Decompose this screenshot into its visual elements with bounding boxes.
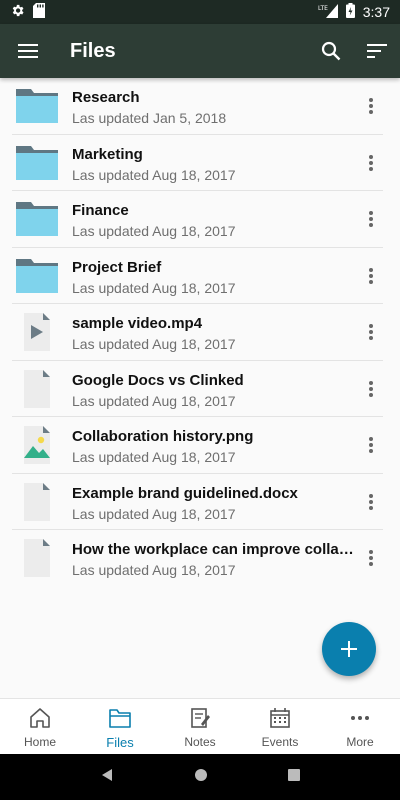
nav-label: Home	[23, 735, 56, 749]
list-item[interactable]: How the workplace can improve collab… La…	[12, 530, 383, 587]
file-list: Research Las updated Jan 5, 2018 Marketi…	[0, 78, 400, 587]
folder-icon	[16, 89, 58, 123]
file-updated: Las updated Aug 18, 2017	[72, 392, 236, 409]
settings-icon	[10, 3, 25, 21]
more-vertical-icon	[369, 493, 373, 510]
item-options-button[interactable]	[359, 433, 383, 457]
add-file-button[interactable]	[322, 622, 376, 676]
more-vertical-icon	[369, 154, 373, 171]
file-updated: Las updated Aug 18, 2017	[72, 279, 236, 296]
file-name: Research	[72, 89, 140, 106]
folder-icon	[16, 258, 58, 293]
signal-icon: LTE	[318, 3, 338, 21]
image-file-icon	[24, 426, 50, 464]
nav-label: Notes	[184, 735, 216, 749]
file-name: How the workplace can improve collab…	[72, 541, 354, 558]
sort-button[interactable]	[354, 24, 400, 78]
more-vertical-icon	[369, 550, 373, 566]
battery-icon	[345, 3, 355, 21]
nav-notes[interactable]: Notes	[160, 699, 240, 755]
calendar-icon	[270, 708, 290, 728]
sd-card-icon	[33, 3, 45, 21]
folder-icon	[109, 708, 131, 728]
file-name: Collaboration history.png	[72, 428, 254, 445]
document-file-icon	[24, 539, 50, 577]
list-item[interactable]: Collaboration history.png Las updated Au…	[12, 417, 383, 474]
list-item[interactable]: sample video.mp4 Las updated Aug 18, 201…	[12, 304, 383, 361]
file-name: Finance	[72, 202, 129, 219]
file-name: Google Docs vs Clinked	[72, 371, 244, 389]
file-updated: Las updated Aug 18, 2017	[72, 336, 236, 352]
nav-home[interactable]: Home	[0, 699, 80, 755]
sort-icon	[367, 44, 387, 58]
folder-icon	[16, 202, 58, 236]
more-vertical-icon	[369, 267, 373, 284]
file-updated: Las updated Aug 18, 2017	[72, 449, 236, 465]
status-bar: LTE 3:37	[0, 0, 400, 24]
folder-icon	[16, 145, 58, 180]
list-item[interactable]: Finance Las updated Aug 18, 2017	[12, 191, 383, 248]
file-updated: Las updated Aug 18, 2017	[72, 166, 236, 183]
video-file-icon	[24, 313, 50, 351]
nav-label: Events	[261, 735, 299, 749]
item-options-button[interactable]	[359, 207, 383, 231]
more-vertical-icon	[369, 437, 373, 453]
list-item[interactable]: Project Brief Las updated Aug 18, 2017	[12, 248, 383, 304]
search-icon	[321, 41, 341, 61]
plus-icon	[341, 641, 357, 657]
more-vertical-icon	[369, 211, 373, 227]
nav-label: Files	[106, 734, 134, 750]
recents-square-icon	[288, 769, 300, 781]
nav-label: More	[346, 735, 374, 749]
list-item[interactable]: Google Docs vs Clinked Las updated Aug 1…	[12, 361, 383, 417]
file-name: sample video.mp4	[72, 315, 203, 332]
list-item[interactable]: Example brand guidelined.docx Las update…	[12, 474, 383, 530]
menu-button[interactable]	[0, 24, 56, 78]
more-vertical-icon	[369, 380, 373, 397]
network-label: LTE	[318, 5, 328, 12]
file-updated: Las updated Aug 18, 2017	[72, 505, 236, 522]
list-item[interactable]: Marketing Las updated Aug 18, 2017	[12, 135, 383, 191]
nav-events[interactable]: Events	[240, 699, 320, 755]
document-file-icon	[24, 369, 50, 408]
back-button[interactable]	[100, 768, 114, 787]
item-options-button[interactable]	[359, 490, 383, 514]
file-updated: Las updated Jan 5, 2018	[72, 110, 227, 126]
item-options-button[interactable]	[359, 264, 383, 288]
more-vertical-icon	[369, 98, 373, 114]
item-options-button[interactable]	[359, 377, 383, 401]
page-title: Files	[70, 39, 116, 62]
file-name: Project Brief	[72, 258, 162, 276]
home-icon	[30, 708, 50, 728]
item-options-button[interactable]	[359, 151, 383, 175]
system-navigation-bar	[0, 754, 400, 800]
file-updated: Las updated Aug 18, 2017	[72, 223, 236, 239]
more-horizontal-icon	[351, 716, 369, 720]
bottom-navigation: Home Files Notes Events More	[0, 698, 400, 755]
item-options-button[interactable]	[359, 546, 383, 570]
search-button[interactable]	[308, 24, 354, 78]
notes-icon	[191, 708, 210, 728]
item-options-button[interactable]	[359, 320, 383, 344]
file-name: Marketing	[72, 145, 143, 163]
recents-button[interactable]	[288, 768, 300, 786]
home-button[interactable]	[194, 768, 208, 787]
nav-more[interactable]: More	[320, 699, 400, 755]
list-item[interactable]: Research Las updated Jan 5, 2018	[12, 78, 383, 135]
file-name: Example brand guidelined.docx	[72, 484, 298, 502]
item-options-button[interactable]	[359, 94, 383, 118]
file-updated: Las updated Aug 18, 2017	[72, 562, 236, 578]
more-vertical-icon	[369, 324, 373, 340]
nav-files[interactable]: Files	[80, 699, 160, 755]
back-triangle-icon	[102, 768, 112, 781]
hamburger-menu-icon	[18, 44, 38, 58]
home-circle-icon	[195, 768, 207, 781]
clock: 3:37	[362, 4, 390, 20]
document-file-icon	[24, 482, 50, 521]
app-bar: Files	[0, 24, 400, 78]
